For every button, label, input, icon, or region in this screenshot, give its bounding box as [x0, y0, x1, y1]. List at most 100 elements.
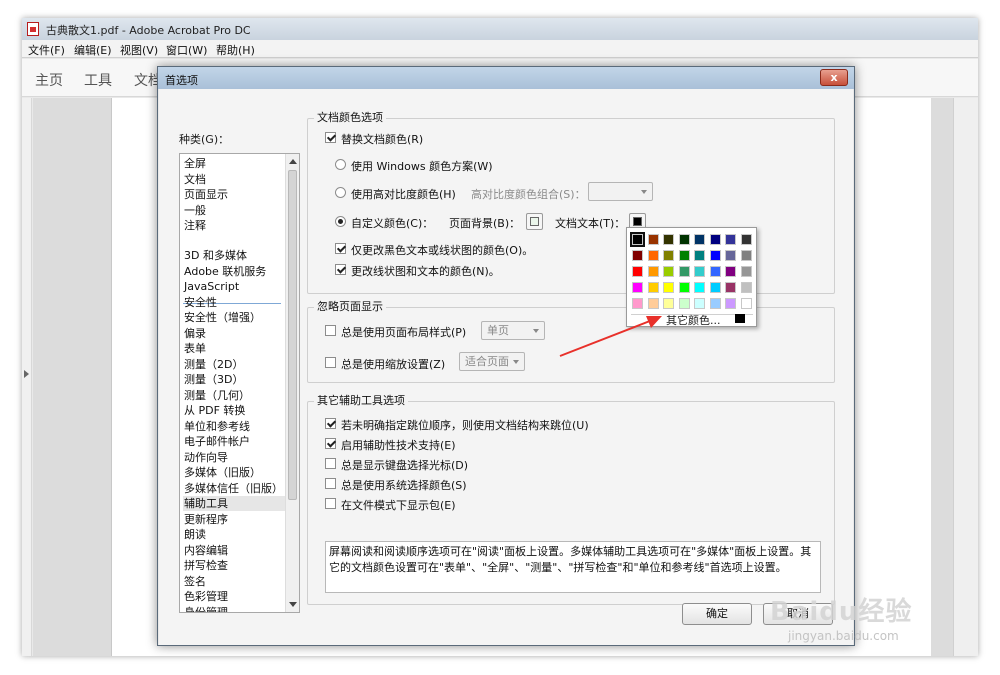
always-layout-checkbox[interactable]: [325, 325, 336, 336]
text-mode-bag-checkbox[interactable]: [325, 498, 336, 509]
categories-scrollbar[interactable]: [285, 154, 299, 612]
category-item[interactable]: 表单: [183, 341, 285, 356]
menu-help[interactable]: 帮助(H): [216, 42, 255, 58]
color-swatch[interactable]: [678, 298, 690, 309]
category-item[interactable]: 拼写检查: [183, 558, 285, 573]
category-item[interactable]: 页面显示: [183, 187, 285, 202]
category-item[interactable]: 朗读: [183, 527, 285, 542]
scroll-down-icon[interactable]: [289, 602, 297, 607]
high-contrast-radio[interactable]: [335, 187, 346, 198]
color-swatch[interactable]: [678, 234, 690, 245]
color-swatch[interactable]: [694, 234, 705, 245]
page-bg-color-button[interactable]: [526, 213, 543, 230]
close-button[interactable]: x: [820, 69, 848, 86]
color-swatch[interactable]: [740, 266, 752, 277]
color-swatch[interactable]: [725, 234, 736, 245]
category-item[interactable]: 安全性（增强）: [183, 310, 285, 325]
custom-color-radio[interactable]: [335, 216, 346, 227]
color-swatch[interactable]: [694, 298, 705, 309]
zoom-combo[interactable]: 适合页面: [459, 352, 525, 371]
color-swatch[interactable]: [630, 232, 645, 247]
category-item[interactable]: 3D 和多媒体: [183, 248, 285, 263]
category-item[interactable]: 测量（3D）: [183, 372, 285, 387]
category-item[interactable]: 内容编辑: [183, 543, 285, 558]
color-swatch[interactable]: [678, 266, 690, 277]
category-item[interactable]: 更新程序: [183, 512, 285, 527]
color-swatch[interactable]: [678, 282, 690, 293]
color-swatch[interactable]: [663, 282, 674, 293]
category-item[interactable]: Adobe 联机服务: [183, 264, 285, 279]
category-item[interactable]: 注释: [183, 218, 285, 233]
layout-combo[interactable]: 单页: [481, 321, 545, 340]
color-swatch[interactable]: [647, 282, 659, 293]
tab-tools[interactable]: 工具: [84, 70, 112, 90]
category-item[interactable]: 文档: [183, 172, 285, 187]
menu-file[interactable]: 文件(F): [28, 42, 65, 58]
category-item[interactable]: 色彩管理: [183, 589, 285, 604]
category-item[interactable]: 电子邮件帐户: [183, 434, 285, 449]
change-line-checkbox[interactable]: [335, 264, 346, 275]
color-swatch[interactable]: [647, 234, 659, 245]
category-item[interactable]: 偏录: [183, 326, 285, 341]
tab-order-checkbox[interactable]: [325, 418, 336, 429]
color-swatch[interactable]: [663, 250, 674, 261]
category-item[interactable]: JavaScript: [183, 279, 285, 294]
color-swatch[interactable]: [632, 250, 643, 261]
color-swatch[interactable]: [694, 250, 705, 261]
color-swatch[interactable]: [663, 298, 674, 309]
scroll-thumb[interactable]: [288, 170, 297, 500]
color-swatch[interactable]: [632, 266, 643, 277]
category-item[interactable]: 安全性: [183, 295, 285, 310]
color-swatch[interactable]: [694, 266, 705, 277]
keyboard-cursor-checkbox[interactable]: [325, 458, 336, 469]
color-swatch[interactable]: [709, 250, 721, 261]
color-swatch[interactable]: [632, 282, 643, 293]
color-swatch[interactable]: [725, 298, 736, 309]
category-item-selected[interactable]: 辅助工具: [183, 496, 285, 511]
category-item[interactable]: 多媒体（旧版）: [183, 465, 285, 480]
color-swatch[interactable]: [740, 250, 752, 261]
color-swatch[interactable]: [647, 250, 659, 261]
more-colors-link[interactable]: 其它颜色...: [666, 314, 721, 327]
color-swatch[interactable]: [709, 234, 721, 245]
color-swatch[interactable]: [663, 266, 674, 277]
color-swatch[interactable]: [678, 250, 690, 261]
category-item[interactable]: 身份管理: [183, 605, 285, 613]
assistive-checkbox[interactable]: [325, 438, 336, 449]
scroll-up-icon[interactable]: [289, 159, 297, 164]
ok-button[interactable]: 确定: [682, 603, 752, 625]
category-item[interactable]: 签名: [183, 574, 285, 589]
high-contrast-combo[interactable]: [588, 182, 653, 201]
category-item[interactable]: 动作向导: [183, 450, 285, 465]
category-item[interactable]: 一般: [183, 203, 285, 218]
left-panel-strip[interactable]: [22, 98, 32, 656]
color-swatch[interactable]: [663, 234, 674, 245]
category-item[interactable]: 从 PDF 转换: [183, 403, 285, 418]
only-black-checkbox[interactable]: [335, 243, 346, 254]
color-swatch[interactable]: [709, 282, 721, 293]
expand-arrow-icon[interactable]: [24, 370, 29, 378]
windows-scheme-radio[interactable]: [335, 159, 346, 170]
category-item[interactable]: 多媒体信任（旧版）: [183, 481, 285, 496]
color-swatch[interactable]: [740, 234, 752, 245]
color-swatch[interactable]: [709, 266, 721, 277]
color-swatch[interactable]: [740, 282, 752, 293]
color-swatch[interactable]: [647, 266, 659, 277]
color-swatch[interactable]: [647, 298, 659, 309]
category-item[interactable]: 单位和参考线: [183, 419, 285, 434]
color-swatch[interactable]: [709, 298, 721, 309]
always-zoom-checkbox[interactable]: [325, 357, 336, 368]
color-swatch[interactable]: [725, 250, 736, 261]
system-color-checkbox[interactable]: [325, 478, 336, 489]
tab-home[interactable]: 主页: [35, 70, 63, 90]
replace-colors-checkbox[interactable]: [325, 132, 336, 143]
category-item[interactable]: 测量（几何）: [183, 388, 285, 403]
color-swatch[interactable]: [632, 298, 643, 309]
category-item[interactable]: 全屏: [183, 156, 285, 171]
color-swatch[interactable]: [740, 298, 752, 309]
menu-edit[interactable]: 编辑(E): [74, 42, 112, 58]
color-swatch[interactable]: [694, 282, 705, 293]
color-swatch[interactable]: [725, 282, 736, 293]
color-swatch[interactable]: [725, 266, 736, 277]
menu-window[interactable]: 窗口(W): [166, 42, 207, 58]
